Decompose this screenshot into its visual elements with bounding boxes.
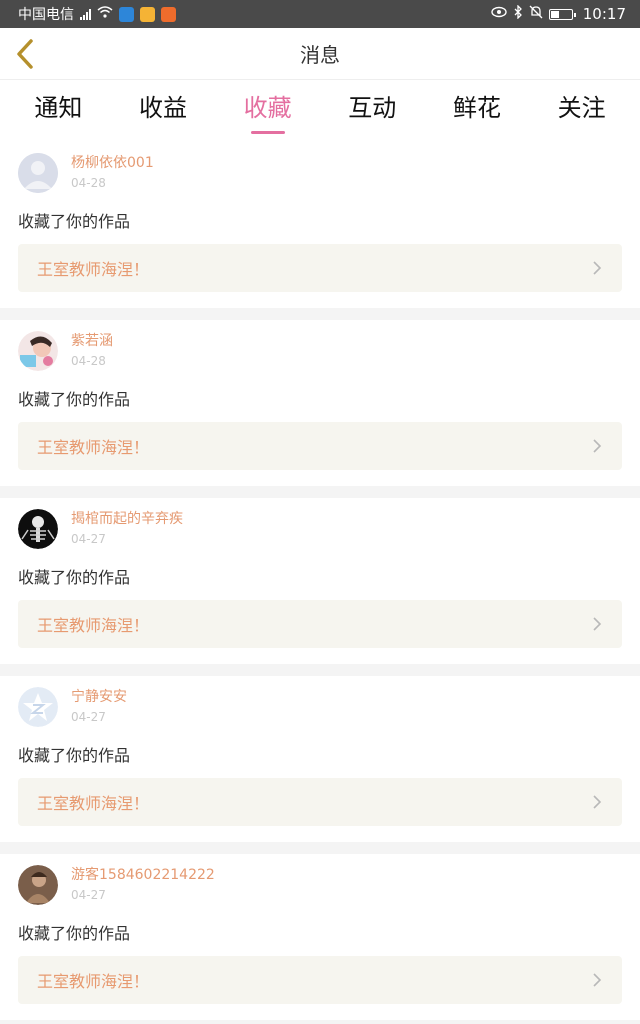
shield-app-icon	[119, 6, 134, 22]
work-link[interactable]: 王室教师海涅！	[18, 956, 622, 1004]
list-item: 宁静安安 04-27 收藏了你的作品 王室教师海涅！	[0, 676, 640, 842]
user-row: 宁静安安 04-27	[18, 676, 622, 730]
mute-icon	[529, 5, 543, 23]
tab-follow[interactable]: 关注	[554, 80, 610, 142]
action-text: 收藏了你的作品	[18, 746, 131, 765]
username[interactable]: 宁静安安	[71, 688, 127, 706]
back-button[interactable]	[10, 38, 40, 70]
action-text: 收藏了你的作品	[18, 568, 131, 587]
work-title: 王室教师海涅！	[37, 438, 150, 457]
chevron-right-icon	[592, 438, 604, 454]
avatar[interactable]	[18, 687, 58, 727]
tab-notice[interactable]: 通知	[30, 80, 86, 142]
work-link[interactable]: 王室教师海涅！	[18, 778, 622, 826]
action-text: 收藏了你的作品	[18, 924, 131, 943]
work-title: 王室教师海涅！	[37, 972, 150, 991]
user-info: 紫若涵 04-28	[71, 332, 113, 370]
tab-interaction[interactable]: 互动	[344, 80, 400, 142]
signal-icon	[80, 8, 91, 20]
app-icon-red	[161, 6, 176, 22]
date: 04-28	[71, 176, 106, 190]
status-bar: 中国电信 10:17	[0, 0, 640, 28]
bluetooth-icon	[513, 4, 523, 23]
chevron-right-icon	[592, 794, 604, 810]
username[interactable]: 杨柳依依001	[71, 154, 154, 172]
carrier-label: 中国电信	[18, 7, 74, 23]
chevron-right-icon	[592, 260, 604, 276]
date: 04-27	[71, 710, 106, 724]
tab-favorites[interactable]: 收藏	[240, 80, 296, 142]
user-row: 揭棺而起的辛弃疾 04-27	[18, 498, 622, 552]
username[interactable]: 游客1584602214222	[71, 866, 215, 884]
date: 04-27	[71, 888, 106, 902]
page-title: 消息	[300, 43, 340, 67]
avatar[interactable]	[18, 509, 58, 549]
clock: 10:17	[582, 5, 626, 23]
avatar[interactable]	[18, 331, 58, 371]
work-link[interactable]: 王室教师海涅！	[18, 600, 622, 648]
status-right: 10:17	[491, 4, 626, 23]
app-icon-orange	[140, 6, 155, 22]
action-text: 收藏了你的作品	[18, 212, 131, 231]
tab-earnings[interactable]: 收益	[135, 80, 191, 142]
battery-icon	[548, 8, 576, 20]
user-row: 紫若涵 04-28	[18, 320, 622, 374]
date: 04-27	[71, 532, 106, 546]
default-avatar-icon	[18, 153, 58, 193]
work-link[interactable]: 王室教师海涅！	[18, 244, 622, 292]
username[interactable]: 紫若涵	[71, 332, 113, 350]
wifi-icon	[97, 6, 113, 22]
work-link[interactable]: 王室教师海涅！	[18, 422, 622, 470]
nav-bar: 消息	[0, 28, 640, 80]
user-row: 游客1584602214222 04-27	[18, 854, 622, 908]
avatar[interactable]	[18, 153, 58, 193]
skeleton-avatar-icon	[18, 509, 58, 549]
child-photo-avatar-icon	[18, 331, 58, 371]
username[interactable]: 揭棺而起的辛弃疾	[71, 510, 183, 528]
chevron-right-icon	[592, 616, 604, 632]
eye-icon	[491, 6, 507, 22]
user-info: 揭棺而起的辛弃疾 04-27	[71, 510, 183, 548]
message-list: 杨柳依依001 04-28 收藏了你的作品 王室教师海涅！ 紫若涵 04-28 …	[0, 142, 640, 1020]
list-item: 游客1584602214222 04-27 收藏了你的作品 王室教师海涅！	[0, 854, 640, 1020]
chevron-right-icon	[592, 972, 604, 988]
list-item: 紫若涵 04-28 收藏了你的作品 王室教师海涅！	[0, 320, 640, 486]
user-info: 游客1584602214222 04-27	[71, 866, 215, 904]
work-title: 王室教师海涅！	[37, 260, 150, 279]
user-row: 杨柳依依001 04-28	[18, 142, 622, 196]
photo-avatar-icon	[18, 865, 58, 905]
status-left: 中国电信	[18, 4, 176, 24]
action-text: 收藏了你的作品	[18, 390, 131, 409]
avatar[interactable]	[18, 865, 58, 905]
chevron-left-icon	[17, 39, 33, 69]
work-title: 王室教师海涅！	[37, 794, 150, 813]
list-item: 揭棺而起的辛弃疾 04-27 收藏了你的作品 王室教师海涅！	[0, 498, 640, 664]
list-item: 杨柳依依001 04-28 收藏了你的作品 王室教师海涅！	[0, 142, 640, 308]
user-info: 杨柳依依001 04-28	[71, 154, 154, 192]
work-title: 王室教师海涅！	[37, 616, 150, 635]
qzone-star-avatar-icon	[18, 687, 58, 727]
date: 04-28	[71, 354, 106, 368]
user-info: 宁静安安 04-27	[71, 688, 127, 726]
tab-bar: 通知 收益 收藏 互动 鲜花 关注	[0, 80, 640, 142]
tab-flowers[interactable]: 鲜花	[449, 80, 505, 142]
